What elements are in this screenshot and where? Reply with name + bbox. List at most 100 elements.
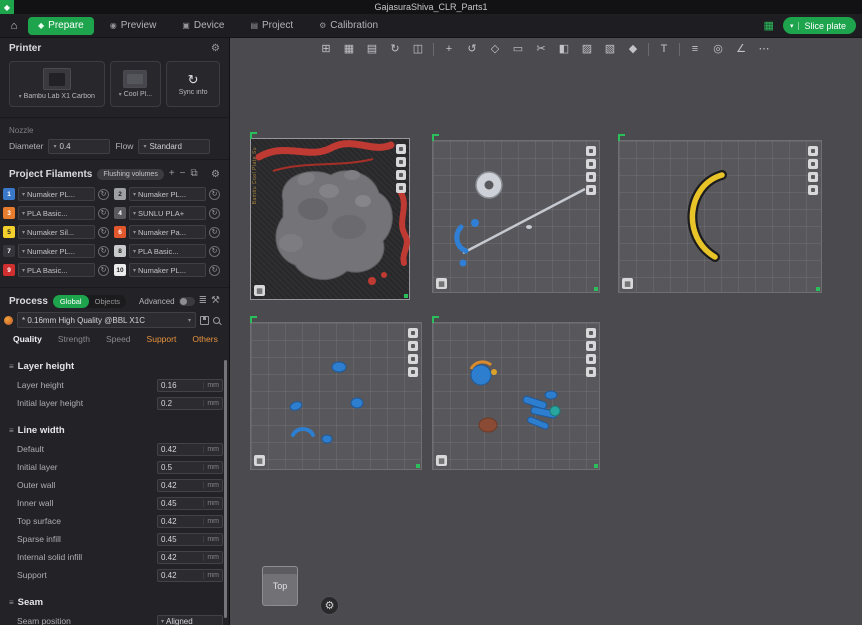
setting-input[interactable]: 0.42 mm	[157, 478, 223, 492]
slice-dropdown-icon[interactable]: ▾	[790, 21, 800, 30]
param-tab-speed[interactable]: Speed	[98, 334, 139, 344]
setting-input[interactable]: 0.2 mm	[157, 396, 223, 410]
param-tools-icon[interactable]: ⚒	[211, 296, 220, 306]
filament-sync-icon[interactable]: ↻	[98, 226, 109, 238]
filament-sync-icon[interactable]: ↻	[98, 207, 109, 219]
sync-info-button[interactable]: ↻ Sync info	[166, 61, 220, 107]
lay-flat-icon[interactable]: ▭	[510, 41, 526, 57]
ams-sync-icon[interactable]: ⧉	[191, 169, 198, 179]
setting-input[interactable]: 0.42 mm	[157, 514, 223, 528]
filament-settings-gear-icon[interactable]: ⚙	[211, 169, 220, 180]
auto-orient-icon[interactable]: ↻	[387, 41, 403, 57]
setting-input[interactable]: 0.42 mm	[157, 442, 223, 456]
move-icon[interactable]: +	[441, 41, 457, 57]
param-tab-quality[interactable]: Quality	[5, 334, 50, 344]
filament-select-5[interactable]: ▾ Numaker Sil...	[18, 225, 95, 239]
plate-delete-button[interactable]	[396, 183, 406, 193]
plate-settings-button[interactable]	[586, 341, 596, 351]
plate-4[interactable]: ▦	[250, 316, 423, 471]
plate-name-button[interactable]	[396, 170, 406, 180]
process-objects-option[interactable]: Objects	[89, 297, 126, 306]
setting-input[interactable]: 0.42 mm	[157, 550, 223, 564]
plate-name-button[interactable]	[808, 172, 818, 182]
advanced-toggle[interactable]	[178, 296, 195, 306]
add-plate-icon[interactable]: ▦	[341, 41, 357, 57]
group-collapse-icon[interactable]: ≡	[9, 598, 14, 607]
tab-device[interactable]: ▣ Device	[172, 17, 234, 35]
plate-5-model[interactable]	[433, 323, 601, 471]
process-preset-select[interactable]: * 0.16mm High Quality @BBL X1C ▾	[17, 312, 196, 328]
filament-sync-icon[interactable]: ↻	[209, 226, 220, 238]
printer-settings-gear-icon[interactable]: ⚙	[211, 43, 220, 54]
home-icon[interactable]: ⌂	[6, 20, 22, 32]
plate-3-model[interactable]	[619, 141, 823, 294]
plate-4-model[interactable]	[251, 323, 423, 471]
filament-select-7[interactable]: ▾ Numaker PL...	[18, 244, 95, 258]
setting-input[interactable]: 0.45 mm	[157, 496, 223, 510]
split-icon[interactable]: ◫	[410, 41, 426, 57]
filament-select-2[interactable]: ▾ Numaker PL...	[129, 187, 206, 201]
add-filament-icon[interactable]: +	[169, 169, 175, 179]
setting-input[interactable]: 0.42 mm	[157, 568, 223, 582]
plate-5[interactable]: ▦	[432, 316, 601, 471]
filament-sync-icon[interactable]: ↻	[209, 207, 220, 219]
boolean-icon[interactable]: ◧	[556, 41, 572, 57]
plate-name-button[interactable]	[586, 354, 596, 364]
tab-preview[interactable]: ◉ Preview	[100, 17, 167, 35]
orientation-cube[interactable]: Top	[262, 566, 298, 606]
filament-color-swatch-9[interactable]: 9	[3, 264, 15, 276]
search-settings-icon[interactable]	[213, 316, 220, 324]
plate-number-badge[interactable]: ▦	[436, 455, 447, 466]
filament-sync-icon[interactable]: ↻	[98, 264, 109, 276]
plate-2-model[interactable]	[433, 141, 601, 294]
viewport-settings-gear-icon[interactable]: ⚙	[320, 596, 339, 615]
filament-sync-icon[interactable]: ↻	[209, 264, 220, 276]
filament-color-swatch-7[interactable]: 7	[3, 245, 15, 257]
plate-name-button[interactable]	[586, 172, 596, 182]
plate-delete-button[interactable]	[808, 185, 818, 195]
plate-settings-button[interactable]	[808, 159, 818, 169]
plate-lock-button[interactable]	[586, 328, 596, 338]
tab-project[interactable]: ▤ Project	[240, 17, 303, 35]
param-tab-support[interactable]: Support	[139, 334, 185, 344]
plate-lock-button[interactable]	[408, 328, 418, 338]
save-preset-icon[interactable]	[200, 315, 209, 325]
remove-filament-icon[interactable]: −	[180, 169, 186, 179]
plate-settings-button[interactable]	[586, 159, 596, 169]
add-model-icon[interactable]: ⊞	[318, 41, 334, 57]
setting-input[interactable]: 0.16 mm	[157, 378, 223, 392]
setting-select[interactable]: ▾ Aligned	[157, 614, 223, 625]
tab-prepare[interactable]: ◆ Prepare	[28, 16, 94, 35]
plate-number-badge[interactable]: ▦	[622, 278, 633, 289]
arrange-icon[interactable]: ▤	[364, 41, 380, 57]
seam-paint-icon[interactable]: ◆	[625, 41, 641, 57]
assembly-icon[interactable]: ◎	[710, 41, 726, 57]
setting-input[interactable]: 0.5 mm	[157, 460, 223, 474]
plate-delete-button[interactable]	[408, 367, 418, 377]
filament-color-swatch-3[interactable]: 3	[3, 207, 15, 219]
plate-1[interactable]: Bambu Cool Plate Su ▦	[250, 132, 410, 300]
process-scope-toggle[interactable]: Global Objects	[52, 294, 127, 308]
plate-delete-button[interactable]	[586, 185, 596, 195]
color-paint-icon[interactable]: ▧	[602, 41, 618, 57]
filament-color-swatch-5[interactable]: 5	[3, 226, 15, 238]
plate-settings-button[interactable]	[396, 157, 406, 167]
filament-select-8[interactable]: ▾ PLA Basic...	[129, 244, 206, 258]
plate-2[interactable]: ▦	[432, 134, 601, 294]
filament-select-9[interactable]: ▾ PLA Basic...	[18, 263, 95, 277]
filament-sync-icon[interactable]: ↻	[98, 245, 109, 257]
filament-select-1[interactable]: ▾ Numaker PL...	[18, 187, 95, 201]
text-icon[interactable]: T	[656, 41, 672, 57]
filament-sync-icon[interactable]: ↻	[98, 188, 109, 200]
diameter-select[interactable]: ▾ 0.4	[48, 138, 111, 154]
slice-plate-button[interactable]: ▾ Slice plate	[782, 17, 856, 34]
filament-color-swatch-8[interactable]: 8	[114, 245, 126, 257]
plate-number-badge[interactable]: ▦	[436, 278, 447, 289]
plate-grid-icon[interactable]: ▦	[764, 19, 774, 32]
flow-select[interactable]: ▾ Standard	[138, 138, 211, 154]
group-collapse-icon[interactable]: ≡	[9, 362, 14, 371]
plate-3[interactable]: ▦	[618, 134, 823, 294]
plate-delete-button[interactable]	[586, 367, 596, 377]
param-tab-others[interactable]: Others	[184, 334, 226, 344]
filament-color-swatch-1[interactable]: 1	[3, 188, 15, 200]
